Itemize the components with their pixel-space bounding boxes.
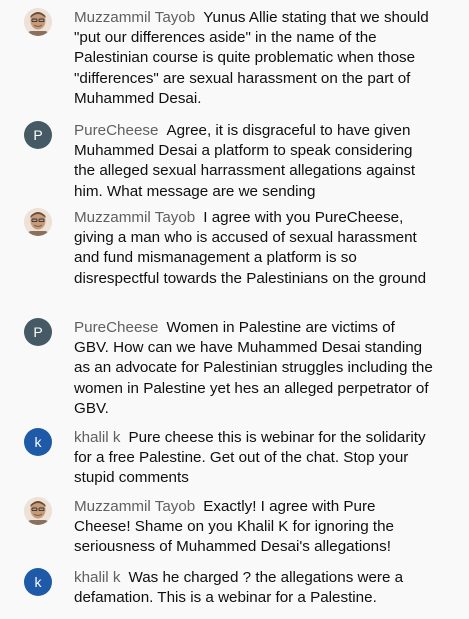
- chat-message-text: PureCheese Agree, it is disgraceful to ha…: [74, 121, 434, 202]
- chat-message-text: Muzzammil Tayob Exactly! I agree with Pur…: [74, 497, 434, 558]
- avatar[interactable]: [24, 208, 52, 236]
- user-photo-icon: [24, 8, 52, 36]
- chat-message-text: Muzzammil Tayob I agree with you PureChee…: [74, 208, 434, 289]
- chat-message-text: PureCheese Women in Palestine are victims…: [74, 318, 434, 419]
- chat-author-name[interactable]: PureCheese: [74, 122, 158, 139]
- avatar[interactable]: k: [24, 428, 52, 456]
- live-chat-message-list: Muzzammil Tayob Yunus Allie stating that …: [0, 0, 469, 619]
- avatar[interactable]: P: [24, 121, 52, 149]
- chat-author-name[interactable]: Muzzammil Tayob: [74, 9, 195, 26]
- avatar[interactable]: [24, 497, 52, 525]
- chat-message-body: Was he charged ? the allegations were a …: [74, 569, 404, 607]
- chat-message-text: khalil k Was he charged ? the allegations…: [74, 568, 434, 608]
- chat-message-text: khalil k Pure cheese this is webinar for …: [74, 428, 434, 489]
- avatar-letter: k: [34, 574, 42, 590]
- avatar-letter: P: [33, 127, 43, 143]
- chat-author-name[interactable]: Muzzammil Tayob: [74, 209, 195, 226]
- avatar[interactable]: [24, 8, 52, 36]
- chat-author-name[interactable]: khalil k: [74, 429, 120, 446]
- avatar[interactable]: P: [24, 318, 52, 346]
- avatar-letter: k: [34, 434, 42, 450]
- chat-message-text: Muzzammil Tayob Yunus Allie stating that …: [74, 8, 434, 109]
- avatar[interactable]: k: [24, 568, 52, 596]
- avatar-letter: P: [33, 324, 43, 340]
- chat-author-name[interactable]: khalil k: [74, 569, 120, 586]
- chat-author-name[interactable]: Muzzammil Tayob: [74, 498, 195, 515]
- user-photo-icon: [24, 497, 52, 525]
- user-photo-icon: [24, 208, 52, 236]
- chat-author-name[interactable]: PureCheese: [74, 319, 158, 336]
- chat-message-body: Pure cheese this is webinar for the soli…: [74, 429, 426, 487]
